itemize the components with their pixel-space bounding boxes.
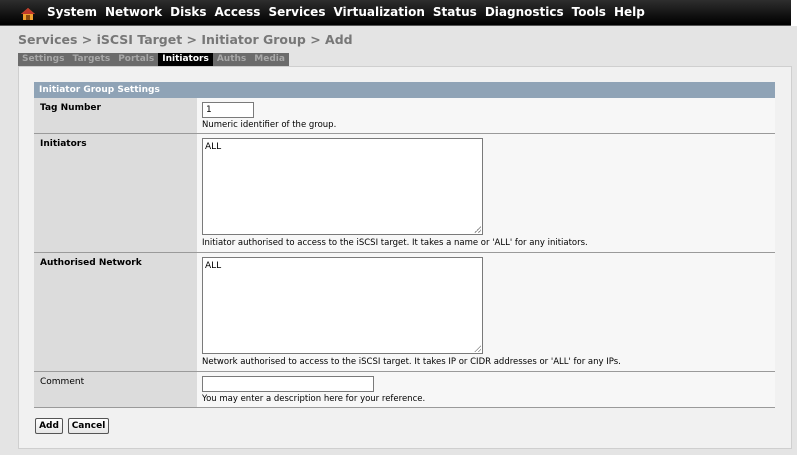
authorised-network-label: Authorised Network (34, 253, 197, 371)
menu-diagnostics[interactable]: Diagnostics (485, 5, 564, 20)
resize-grip-icon[interactable] (474, 226, 481, 233)
breadcrumb: Services > iSCSI Target > Initiator Grou… (18, 32, 353, 47)
tab-portals[interactable]: Portals (114, 53, 158, 66)
settings-panel: Initiator Group Settings Tag Number Nume… (18, 66, 792, 449)
comment-help: You may enter a description here for you… (202, 394, 426, 404)
authorised-network-value-cell: ALL Network authorised to access to the … (197, 253, 775, 371)
authorised-network-row: Authorised Network ALL Network authorise… (34, 253, 775, 372)
authorised-network-textarea-value: ALL (205, 261, 222, 271)
menu-status[interactable]: Status (433, 5, 477, 20)
tag-number-label: Tag Number (34, 98, 197, 133)
menu-system[interactable]: System (47, 5, 97, 20)
menu-services[interactable]: Services (268, 5, 325, 20)
tag-number-help: Numeric identifier of the group. (202, 120, 337, 130)
tab-initiators[interactable]: Initiators (158, 53, 213, 66)
tab-bar: Settings Targets Portals Initiators Auth… (18, 53, 289, 66)
authorised-network-textarea[interactable]: ALL (202, 257, 483, 354)
tab-auths[interactable]: Auths (213, 53, 250, 66)
initiators-row: Initiators ALL Initiator authorised to a… (34, 134, 775, 253)
menu-network[interactable]: Network (105, 5, 162, 20)
home-icon[interactable] (20, 6, 36, 22)
add-button[interactable]: Add (35, 418, 63, 434)
section-header: Initiator Group Settings (34, 82, 775, 98)
initiators-help: Initiator authorised to access to the iS… (202, 238, 588, 248)
tab-media[interactable]: Media (250, 53, 289, 66)
main-menu: System Network Disks Access Services Vir… (47, 5, 653, 20)
initiators-value-cell: ALL Initiator authorised to access to th… (197, 134, 775, 252)
tag-number-input[interactable] (202, 102, 254, 118)
tag-number-row: Tag Number Numeric identifier of the gro… (34, 98, 775, 134)
comment-row: Comment You may enter a description here… (34, 372, 775, 408)
tab-settings[interactable]: Settings (18, 53, 68, 66)
initiators-textarea-value: ALL (205, 142, 222, 152)
comment-input[interactable] (202, 376, 374, 392)
comment-label: Comment (34, 372, 197, 407)
tab-targets[interactable]: Targets (68, 53, 114, 66)
authorised-network-help: Network authorised to access to the iSCS… (202, 357, 621, 367)
initiators-textarea[interactable]: ALL (202, 138, 483, 235)
cancel-button[interactable]: Cancel (68, 418, 109, 434)
top-navigation-bar: System Network Disks Access Services Vir… (0, 0, 797, 26)
menu-tools[interactable]: Tools (572, 5, 606, 20)
menu-virtualization[interactable]: Virtualization (333, 5, 424, 20)
menu-help[interactable]: Help (614, 5, 645, 20)
resize-grip-icon[interactable] (474, 345, 481, 352)
tag-number-value-cell: Numeric identifier of the group. (197, 98, 775, 133)
window-corner (791, 0, 797, 26)
menu-disks[interactable]: Disks (170, 5, 206, 20)
menu-access[interactable]: Access (215, 5, 261, 20)
initiators-label: Initiators (34, 134, 197, 252)
comment-value-cell: You may enter a description here for you… (197, 372, 775, 407)
